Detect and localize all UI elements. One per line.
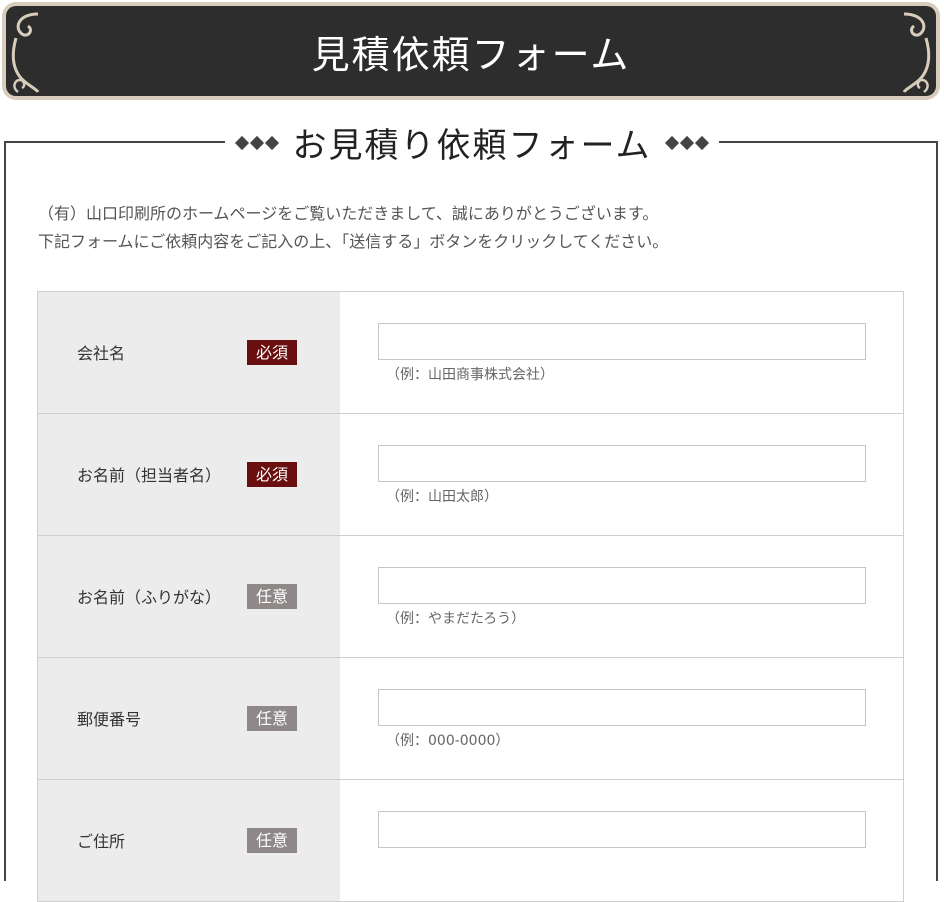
diamond-divider-icon <box>234 135 279 150</box>
form-row-postal-code: 郵便番号 任意 （例：000-0000） <box>37 658 904 780</box>
company-name-input[interactable] <box>378 323 866 360</box>
form-row-company: 会社名 必須 （例：山田商事株式会社） <box>37 292 904 414</box>
input-cell: （例：山田商事株式会社） <box>340 292 903 413</box>
required-badge: 必須 <box>247 462 297 487</box>
optional-badge: 任意 <box>247 706 297 731</box>
optional-badge: 任意 <box>247 828 297 853</box>
address-input[interactable] <box>378 811 866 848</box>
input-cell <box>340 780 903 901</box>
field-hint: （例：山田太郎） <box>386 489 498 505</box>
section-heading: お見積り依頼フォーム <box>0 118 944 167</box>
top-banner: 見積依頼フォーム <box>2 2 940 100</box>
field-hint: （例：000-0000） <box>386 733 510 749</box>
intro-line-2: 下記フォームにご依頼内容をご記入の上、「送信する」ボタンをクリックしてください。 <box>38 232 669 251</box>
input-cell: （例：山田太郎） <box>340 414 903 535</box>
contact-name-input[interactable] <box>378 445 866 482</box>
field-label: 会社名 <box>77 344 126 363</box>
form-row-furigana: お名前（ふりがな） 任意 （例：やまだたろう） <box>37 536 904 658</box>
label-cell: 会社名 必須 <box>38 292 340 413</box>
postal-code-input[interactable] <box>378 689 866 726</box>
section-title: お見積り依頼フォーム <box>292 126 652 166</box>
label-cell: 郵便番号 任意 <box>38 658 340 779</box>
furigana-input[interactable] <box>378 567 866 604</box>
field-label: 郵便番号 <box>77 710 142 729</box>
required-badge: 必須 <box>247 340 297 365</box>
intro-line-1: （有）山口印刷所のホームページをご覧いただきまして、誠にありがとうございます。 <box>38 204 659 223</box>
field-label: お名前（担当者名） <box>77 466 222 485</box>
banner-inner: 見積依頼フォーム <box>6 6 936 96</box>
field-hint: （例：山田商事株式会社） <box>386 367 554 383</box>
form-table: 会社名 必須 （例：山田商事株式会社） お名前（担当者名） 必須 （例：山田太郎… <box>37 291 904 902</box>
input-cell: （例：やまだたろう） <box>340 536 903 657</box>
optional-badge: 任意 <box>247 584 297 609</box>
banner-title: 見積依頼フォーム <box>311 33 631 77</box>
label-cell: ご住所 任意 <box>38 780 340 901</box>
diamond-divider-icon <box>665 135 710 150</box>
scroll-ornament-icon <box>902 12 931 94</box>
field-label: ご住所 <box>77 832 126 851</box>
field-label: お名前（ふりがな） <box>77 588 222 607</box>
input-cell: （例：000-0000） <box>340 658 903 779</box>
label-cell: お名前（ふりがな） 任意 <box>38 536 340 657</box>
form-row-name: お名前（担当者名） 必須 （例：山田太郎） <box>37 414 904 536</box>
intro-text: （有）山口印刷所のホームページをご覧いただきまして、誠にありがとうございます。 … <box>38 200 668 256</box>
label-cell: お名前（担当者名） 必須 <box>38 414 340 535</box>
field-hint: （例：やまだたろう） <box>386 611 526 627</box>
form-row-address: ご住所 任意 <box>37 780 904 902</box>
